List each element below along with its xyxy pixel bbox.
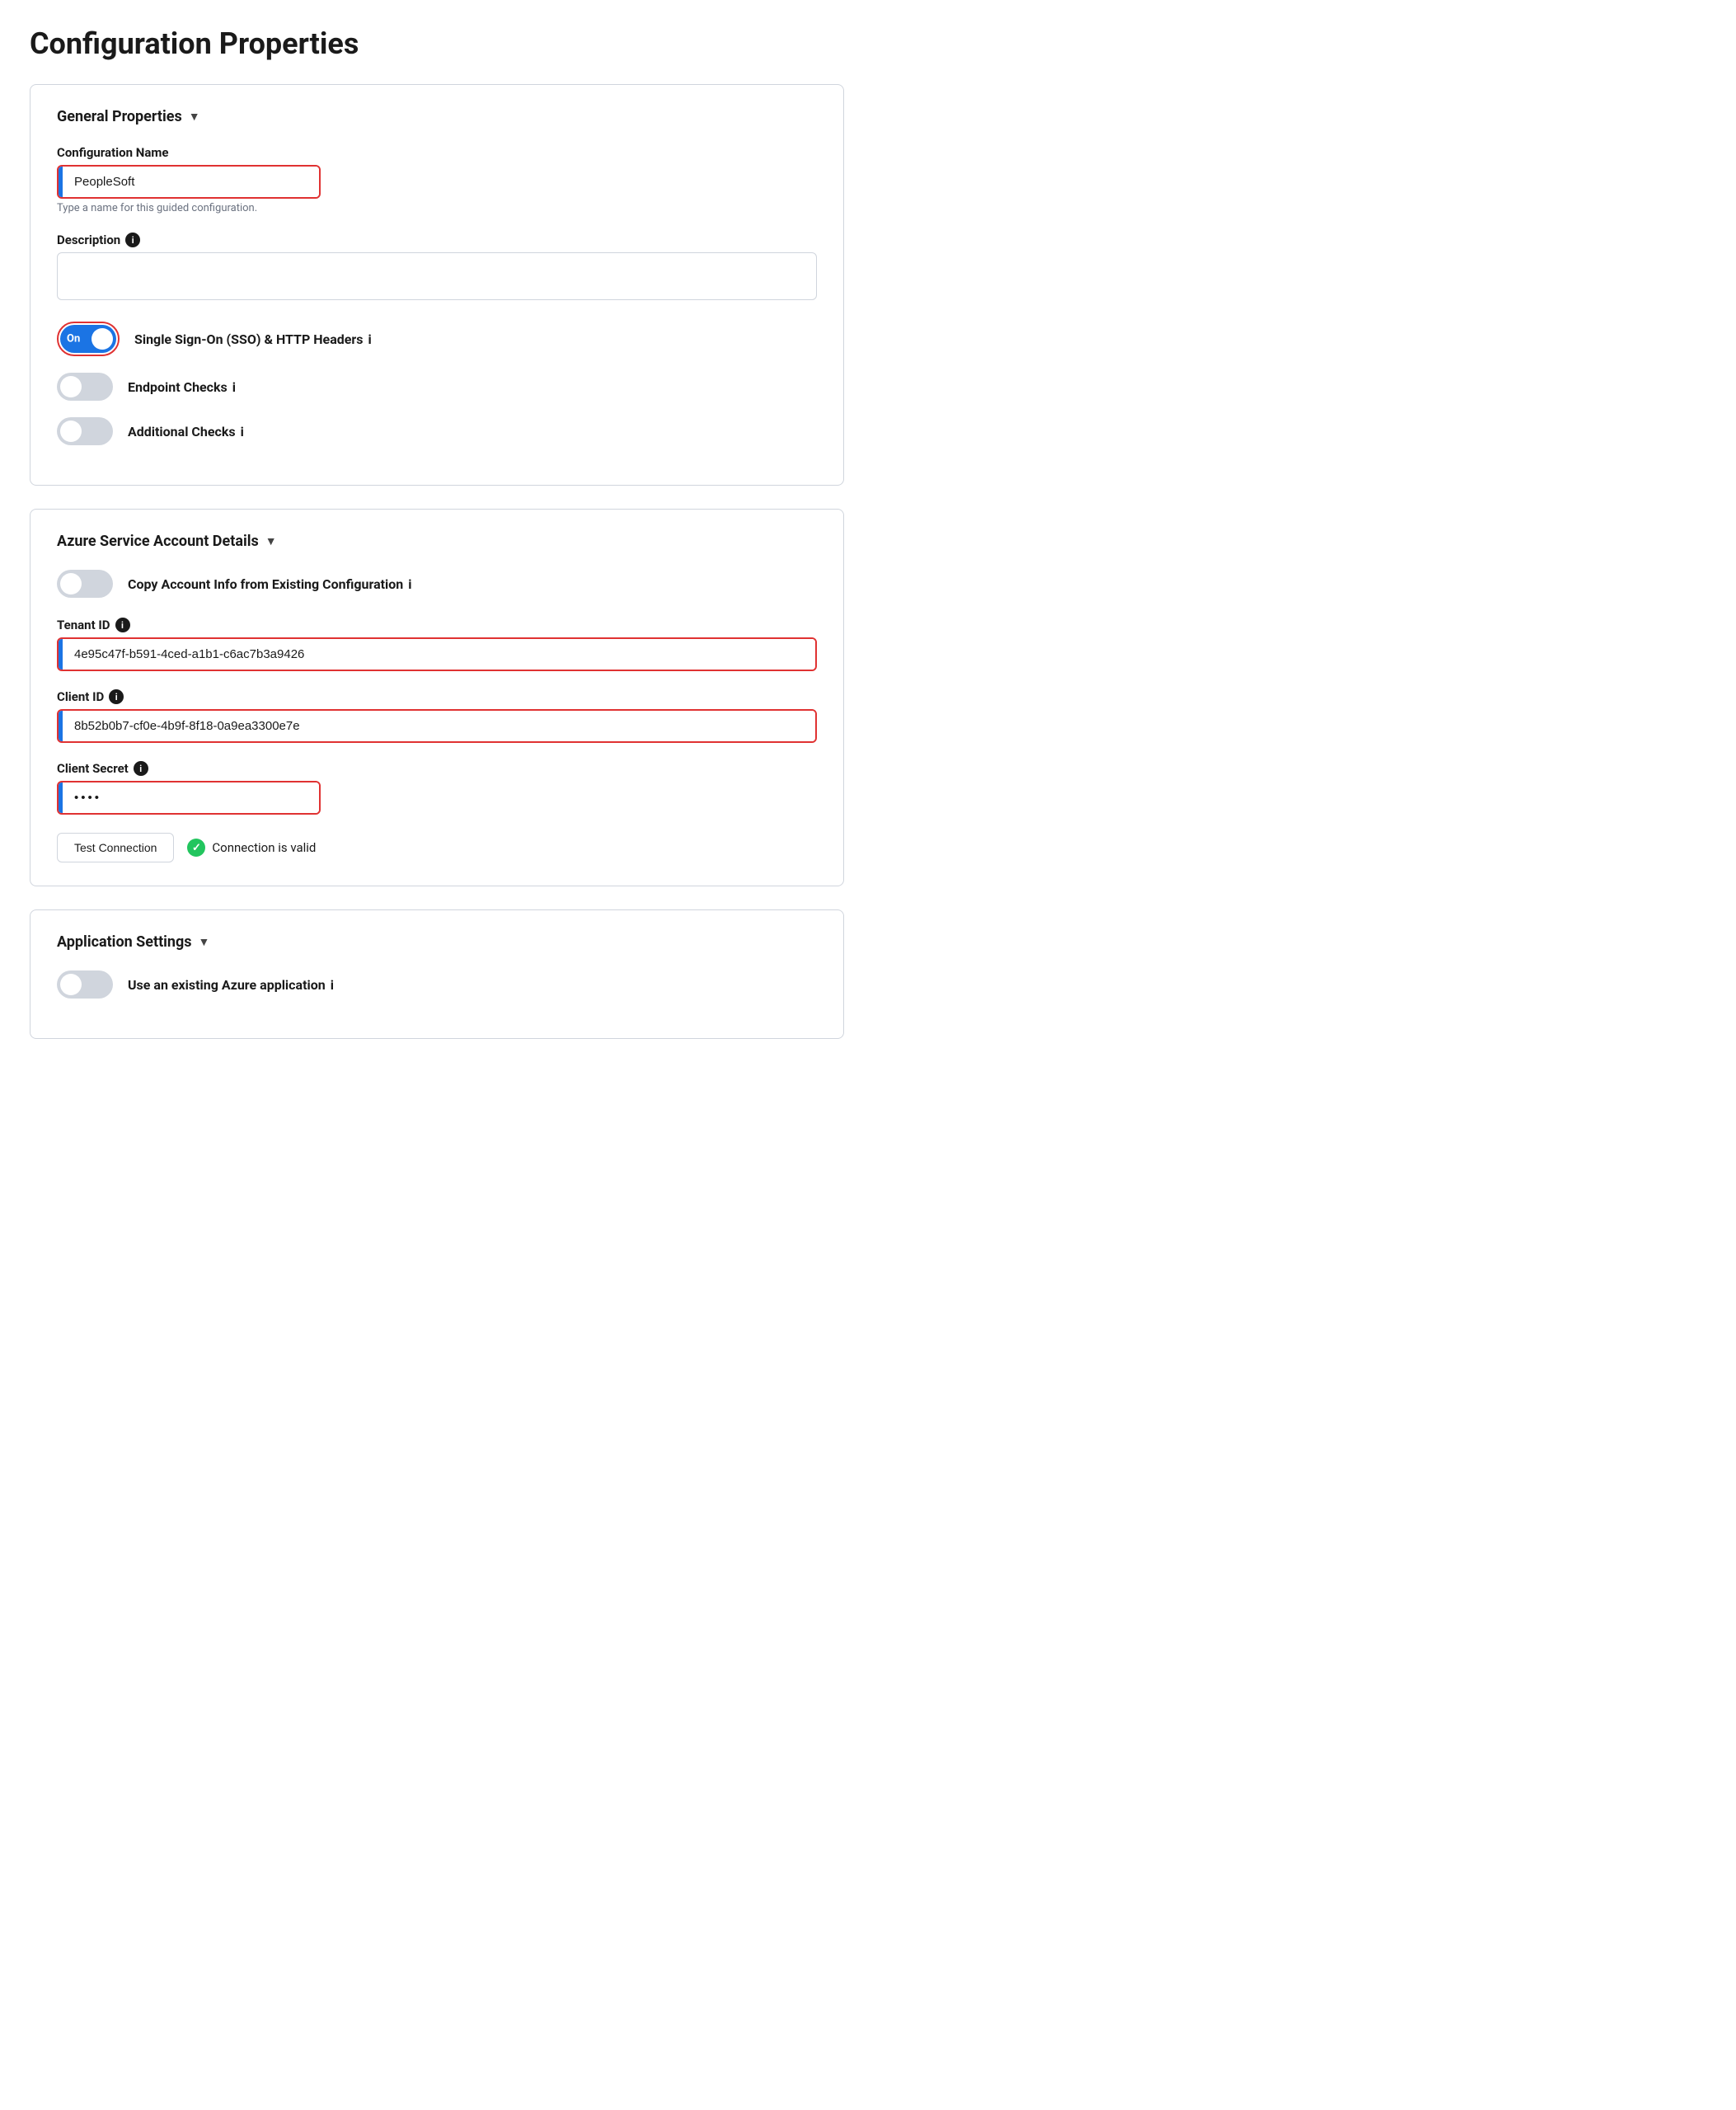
- config-name-group: Configuration Name Type a name for this …: [57, 145, 817, 214]
- description-input[interactable]: [57, 252, 817, 300]
- copy-account-slider: [57, 570, 113, 598]
- description-info-icon: i: [125, 233, 140, 247]
- endpoint-toggle-row: Endpoint Checks i: [57, 373, 817, 401]
- additional-toggle-row: Additional Checks i: [57, 417, 817, 445]
- copy-account-label: Copy Account Info from Existing Configur…: [128, 576, 412, 592]
- existing-azure-info-icon: i: [331, 977, 334, 993]
- sso-slider: On: [60, 325, 116, 353]
- copy-account-toggle[interactable]: [57, 570, 113, 598]
- config-name-input[interactable]: [63, 167, 319, 197]
- app-settings-chevron: ▼: [199, 935, 210, 949]
- app-settings-title: Application Settings: [57, 933, 192, 951]
- config-name-input-container: [57, 165, 321, 199]
- azure-details-title: Azure Service Account Details: [57, 533, 259, 550]
- tenant-id-info-icon: i: [115, 618, 130, 632]
- sso-toggle-row: On Single Sign-On (SSO) & HTTP Headers i: [57, 322, 817, 356]
- endpoint-label: Endpoint Checks i: [128, 379, 236, 395]
- additional-slider: [57, 417, 113, 445]
- sso-label: Single Sign-On (SSO) & HTTP Headers i: [134, 331, 372, 347]
- connection-check-icon: ✓: [187, 839, 205, 857]
- sso-info-icon: i: [368, 331, 371, 347]
- sso-toggle[interactable]: On: [60, 325, 116, 353]
- config-name-hint: Type a name for this guided configuratio…: [57, 202, 817, 214]
- app-settings-section: Application Settings ▼ Use an existing A…: [30, 909, 844, 1039]
- sso-on-text: On: [67, 333, 80, 345]
- config-name-label: Configuration Name: [57, 145, 817, 160]
- tenant-id-label: Tenant ID i: [57, 618, 817, 632]
- description-label: Description i: [57, 233, 817, 247]
- general-properties-header[interactable]: General Properties ▼: [57, 108, 817, 125]
- connection-status: ✓ Connection is valid: [187, 839, 316, 857]
- test-connection-row: Test Connection ✓ Connection is valid: [57, 833, 817, 862]
- client-id-input-container: [57, 709, 817, 743]
- client-secret-group: Client Secret i: [57, 761, 817, 815]
- client-id-group: Client ID i: [57, 689, 817, 743]
- client-secret-input[interactable]: [63, 782, 319, 813]
- copy-account-info-icon: i: [408, 576, 411, 592]
- existing-azure-toggle[interactable]: [57, 970, 113, 999]
- additional-info-icon: i: [241, 424, 244, 439]
- config-name-input-wrapper: [57, 165, 321, 199]
- sso-toggle-wrapper: On: [57, 322, 120, 356]
- tenant-id-group: Tenant ID i: [57, 618, 817, 671]
- general-properties-chevron: ▼: [189, 110, 200, 124]
- client-secret-input-container: [57, 781, 321, 815]
- tenant-id-input-container: [57, 637, 817, 671]
- test-connection-button[interactable]: Test Connection: [57, 833, 174, 862]
- copy-account-toggle-row: Copy Account Info from Existing Configur…: [57, 570, 817, 598]
- client-id-input[interactable]: [63, 711, 815, 741]
- additional-toggle[interactable]: [57, 417, 113, 445]
- azure-details-chevron: ▼: [265, 534, 277, 548]
- client-secret-label: Client Secret i: [57, 761, 817, 776]
- connection-status-text: Connection is valid: [212, 840, 316, 855]
- azure-details-section: Azure Service Account Details ▼ Copy Acc…: [30, 509, 844, 886]
- endpoint-slider: [57, 373, 113, 401]
- existing-azure-label: Use an existing Azure application i: [128, 977, 334, 993]
- client-secret-info-icon: i: [134, 761, 148, 776]
- description-group: Description i: [57, 233, 817, 303]
- additional-label: Additional Checks i: [128, 424, 244, 439]
- existing-azure-slider: [57, 970, 113, 999]
- client-id-info-icon: i: [109, 689, 124, 704]
- page-title: Configuration Properties: [30, 26, 844, 61]
- general-properties-title: General Properties: [57, 108, 182, 125]
- azure-details-header[interactable]: Azure Service Account Details ▼: [57, 533, 817, 550]
- app-settings-header[interactable]: Application Settings ▼: [57, 933, 817, 951]
- general-properties-section: General Properties ▼ Configuration Name …: [30, 84, 844, 486]
- client-id-label: Client ID i: [57, 689, 817, 704]
- endpoint-toggle[interactable]: [57, 373, 113, 401]
- endpoint-info-icon: i: [232, 379, 236, 395]
- existing-azure-toggle-row: Use an existing Azure application i: [57, 970, 817, 999]
- tenant-id-input[interactable]: [63, 639, 815, 670]
